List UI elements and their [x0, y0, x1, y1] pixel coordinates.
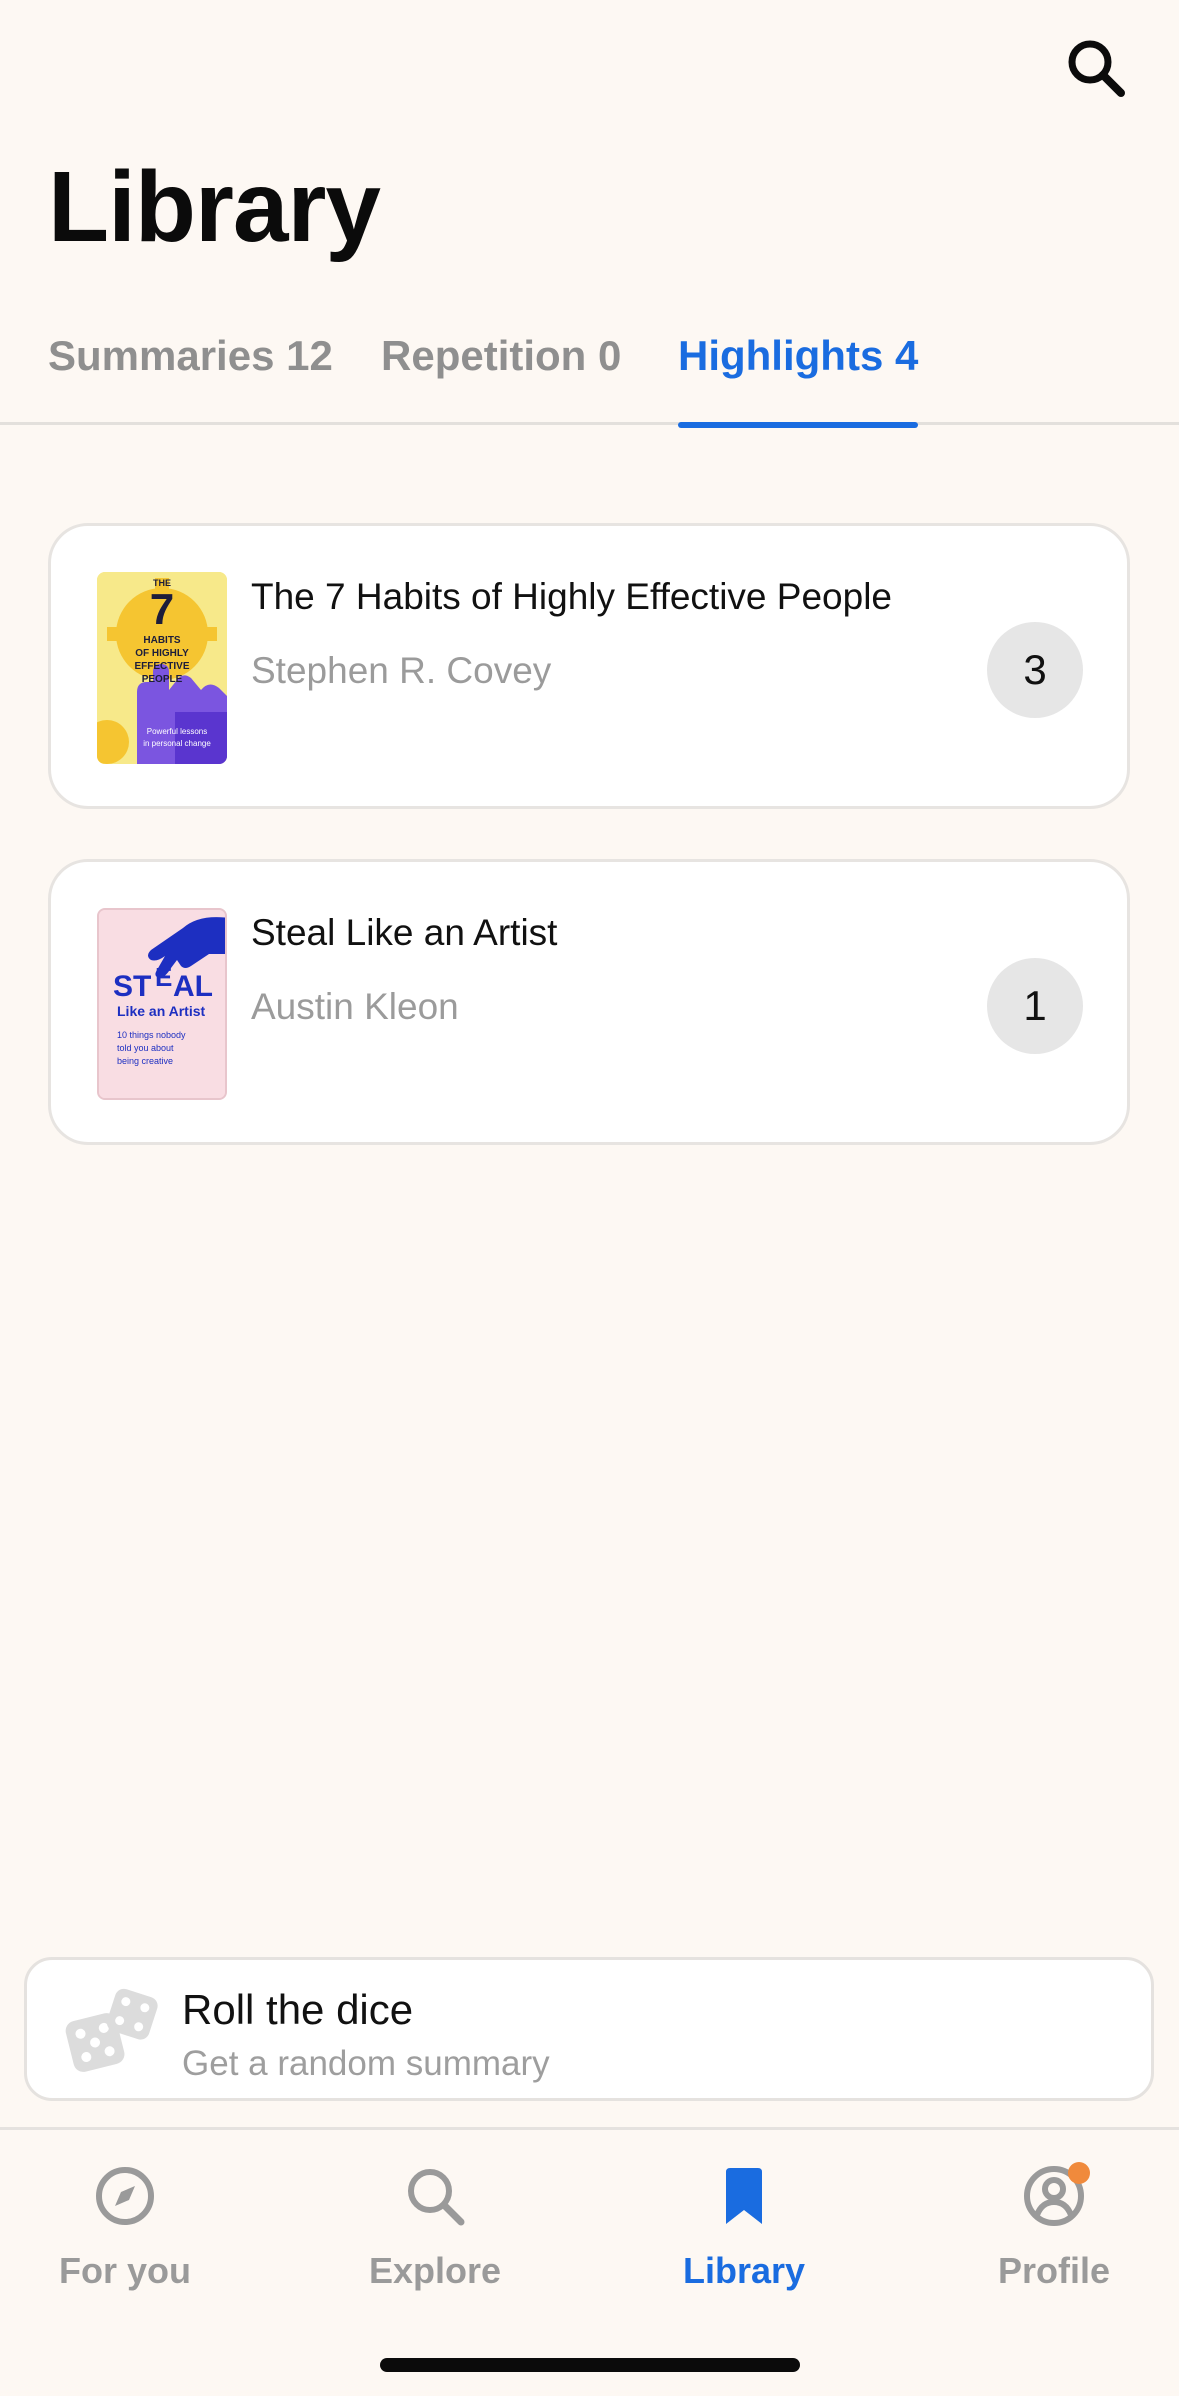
highlight-count-badge: 1 — [987, 958, 1083, 1054]
book-title: The 7 Habits of Highly Effective People — [251, 576, 892, 617]
highlight-count-badge: 3 — [987, 622, 1083, 718]
nav-label: Profile — [997, 2250, 1111, 2291]
cover-headline: E — [155, 962, 172, 992]
cover-line: told you about — [117, 1043, 174, 1053]
nav-explore[interactable]: Explore — [310, 2160, 560, 2300]
cover-line: HABITS — [143, 635, 181, 646]
highlight-book-card[interactable]: THE 7 HABITS OF HIGHLY EFFECTIVE PEOPLE … — [48, 523, 1130, 809]
search-icon — [1068, 40, 1125, 97]
cover-line: EFFECTIVE — [134, 661, 189, 672]
cover-number: 7 — [150, 585, 174, 634]
nav-label: For you — [59, 2250, 191, 2291]
cover-tagline: Powerful lessons — [147, 727, 207, 736]
book-cover: ST E AL Like an Artist 10 things nobody … — [97, 908, 227, 1100]
nav-label: Library — [682, 2250, 806, 2291]
book-author: Stephen R. Covey — [251, 650, 552, 691]
book-author: Austin Kleon — [251, 986, 459, 1027]
nav-for-you[interactable]: For you — [0, 2160, 250, 2300]
tab-summaries[interactable]: Summaries 12 — [48, 332, 333, 425]
tab-bar: Summaries 12 Repetition 0 Highlights 4 — [0, 320, 1179, 428]
notification-badge — [1068, 2162, 1090, 2184]
highlight-book-card[interactable]: ST E AL Like an Artist 10 things nobody … — [48, 859, 1130, 1145]
nav-profile[interactable]: Profile — [929, 2160, 1179, 2300]
seven-habits-cover-art: THE 7 HABITS OF HIGHLY EFFECTIVE PEOPLE … — [97, 572, 227, 764]
book-title: Steal Like an Artist — [251, 912, 558, 953]
tab-highlights[interactable]: Highlights 4 — [678, 332, 919, 428]
search-icon — [408, 2169, 465, 2226]
roll-the-dice-button[interactable]: Roll the dice Get a random summary — [24, 1957, 1154, 2101]
compass-icon — [96, 2167, 154, 2225]
cover-line: 10 things nobody — [117, 1030, 186, 1040]
nav-label: Explore — [368, 2250, 502, 2291]
cover-line: being creative — [117, 1056, 173, 1066]
nav-library[interactable]: Library — [619, 2160, 869, 2300]
cover-subtitle: Like an Artist — [117, 1003, 206, 1019]
cover-headline: AL — [173, 970, 213, 1003]
home-indicator — [380, 2358, 800, 2372]
cover-line: OF HIGHLY — [135, 648, 189, 659]
cover-tagline: in personal change — [143, 739, 211, 748]
dice-subtitle: Get a random summary — [182, 2044, 550, 2083]
search-button[interactable] — [1058, 30, 1134, 106]
tab-repetition[interactable]: Repetition 0 — [381, 332, 621, 425]
bottom-navigation: For you Explore Library Profile — [0, 2127, 1179, 2396]
page-title: Library — [48, 151, 381, 263]
cover-headline: ST — [113, 970, 151, 1003]
dice-icon — [65, 1988, 158, 2072]
cover-line: PEOPLE — [142, 674, 183, 685]
steal-like-an-artist-cover-art: ST E AL Like an Artist 10 things nobody … — [99, 910, 225, 1098]
book-cover: THE 7 HABITS OF HIGHLY EFFECTIVE PEOPLE … — [97, 572, 227, 764]
dice-title: Roll the dice — [182, 1986, 414, 2033]
bookmark-icon — [726, 2168, 762, 2224]
